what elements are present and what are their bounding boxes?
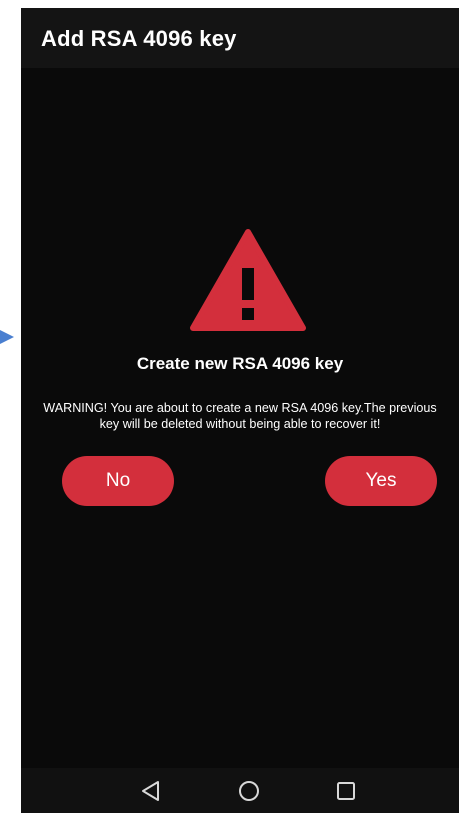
- navigation-bar: [21, 768, 459, 813]
- home-icon[interactable]: [236, 778, 262, 804]
- dialog-title: Create new RSA 4096 key: [136, 354, 344, 373]
- pointer-arrow-icon: [0, 330, 14, 344]
- recent-apps-icon[interactable]: [333, 778, 359, 804]
- app-bar: Add RSA 4096 key: [21, 8, 459, 68]
- phone-screen: Add RSA 4096 key Create new RSA 4096 key…: [21, 8, 459, 813]
- page-title: Add RSA 4096 key: [41, 26, 237, 51]
- yes-button[interactable]: Yes: [325, 456, 437, 506]
- back-icon[interactable]: [138, 778, 164, 804]
- dialog-content: Create new RSA 4096 key WARNING! You are…: [21, 68, 459, 768]
- warning-message: WARNING! You are about to create a new R…: [43, 401, 437, 431]
- no-button[interactable]: No: [62, 456, 174, 506]
- warning-triangle-icon: [190, 229, 306, 331]
